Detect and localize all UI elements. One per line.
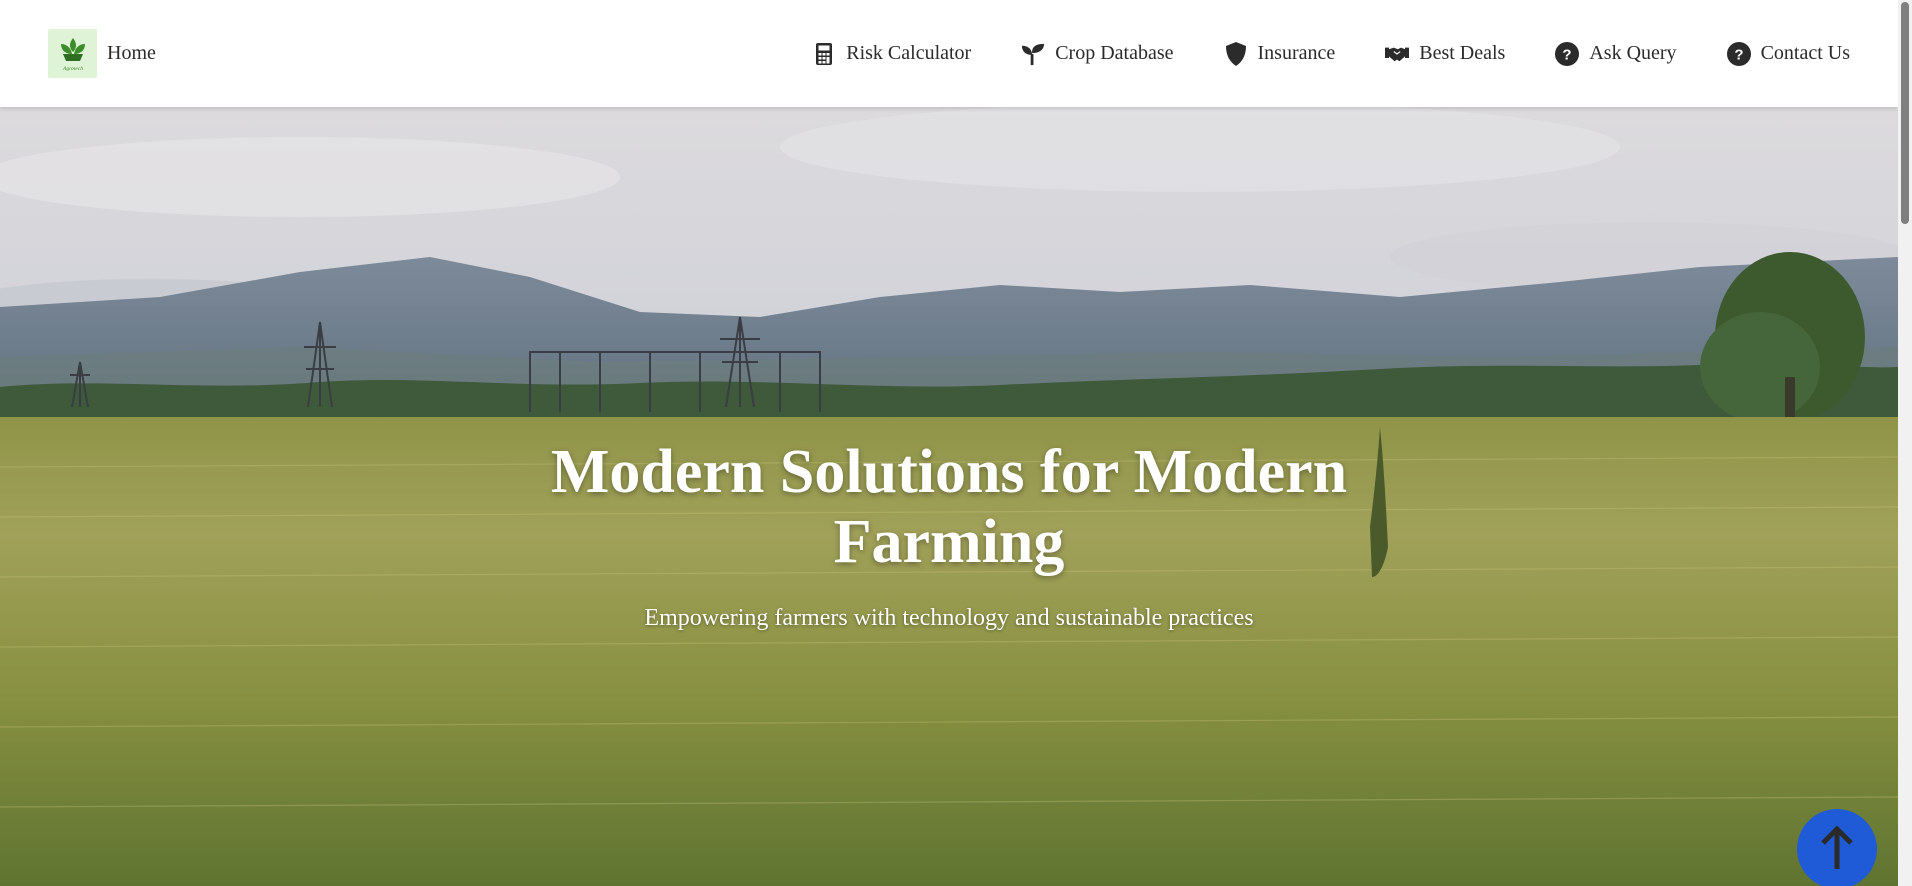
top-navbar: Agrotech Home Risk Calculator Crop Datab… (0, 0, 1898, 107)
hero-section: Modern Solutions for Modern Farming Empo… (0, 107, 1898, 886)
nav-item-contact-us[interactable]: ? Contact Us (1726, 41, 1850, 66)
nav-item-crop-database[interactable]: Crop Database (1021, 42, 1174, 66)
nav-item-insurance[interactable]: Insurance (1224, 41, 1336, 66)
nav-item-ask-query[interactable]: ? Ask Query (1555, 41, 1677, 66)
page-scrollbar[interactable] (1898, 0, 1912, 886)
shield-icon (1224, 41, 1248, 66)
nav-menu: Risk Calculator Crop Database Insurance … (812, 41, 1850, 66)
page: Agrotech Home Risk Calculator Crop Datab… (0, 0, 1912, 886)
seedling-icon (1021, 42, 1045, 66)
nav-label: Risk Calculator (846, 42, 972, 64)
nav-label: Crop Database (1055, 42, 1174, 64)
hero-content: Modern Solutions for Modern Farming Empo… (0, 437, 1898, 632)
calculator-icon (812, 42, 836, 66)
nav-item-best-deals[interactable]: Best Deals (1385, 42, 1505, 66)
scroll-to-top-button[interactable] (1797, 809, 1877, 886)
scrollbar-thumb[interactable] (1901, 2, 1909, 224)
arrow-up-icon (1817, 824, 1857, 874)
nav-label: Insurance (1257, 42, 1336, 64)
home-label: Home (107, 42, 156, 64)
nav-label: Best Deals (1419, 42, 1506, 64)
svg-text:Agrotech: Agrotech (62, 66, 83, 72)
svg-text:?: ? (1734, 46, 1743, 63)
home-link[interactable]: Agrotech Home (48, 29, 156, 78)
nav-label: Contact Us (1760, 42, 1850, 64)
brand-logo: Agrotech (48, 29, 97, 78)
question-circle-icon: ? (1555, 41, 1580, 66)
hero-title: Modern Solutions for Modern Farming (550, 438, 1348, 576)
handshake-icon (1385, 42, 1410, 66)
question-circle-icon: ? (1726, 41, 1751, 66)
hero-subtitle: Empowering farmers with technology and s… (644, 605, 1254, 631)
svg-text:?: ? (1563, 46, 1572, 63)
nav-item-risk-calculator[interactable]: Risk Calculator (812, 42, 971, 66)
nav-label: Ask Query (1589, 42, 1677, 64)
